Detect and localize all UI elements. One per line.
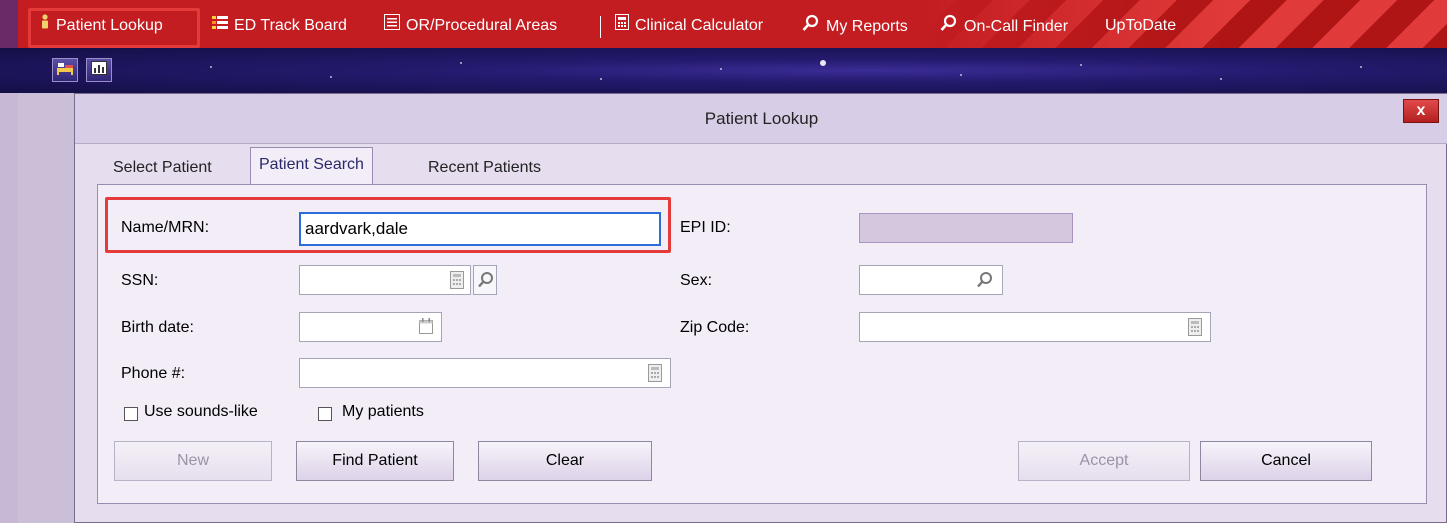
toolbar-clinical-calculator[interactable]: Clinical Calculator xyxy=(615,14,763,38)
tab-recent-patients[interactable]: Recent Patients xyxy=(420,152,549,184)
toolbar-ed-track-board[interactable]: ED Track Board xyxy=(212,14,347,38)
search-icon xyxy=(802,14,820,40)
highlight-box xyxy=(28,8,200,48)
ssn-label: SSN: xyxy=(121,272,159,289)
use-sounds-like-checkbox[interactable] xyxy=(124,407,138,421)
dialog-title-bar: Patient Lookup xyxy=(75,94,1447,144)
highlight-box xyxy=(105,197,671,253)
search-icon xyxy=(477,271,495,294)
my-patients-label[interactable]: My patients xyxy=(342,403,424,421)
star-decoration xyxy=(210,66,212,68)
close-button[interactable]: x xyxy=(1403,99,1439,123)
tab-label: Patient Search xyxy=(259,156,364,173)
toolbar-label: Clinical Calculator xyxy=(635,17,764,35)
patient-lookup-dialog: Patient Lookup x Select Patient Patient … xyxy=(74,93,1447,523)
chart-icon xyxy=(91,60,107,80)
birth-date-label: Birth date: xyxy=(121,319,194,336)
new-button[interactable]: New xyxy=(114,441,272,481)
sex-input[interactable] xyxy=(859,265,1003,295)
report-button[interactable] xyxy=(86,58,112,82)
ssn-input[interactable] xyxy=(299,265,471,295)
star-decoration xyxy=(1360,66,1362,68)
toolbar-my-reports[interactable]: My Reports xyxy=(802,14,908,38)
trackboard-icon xyxy=(212,14,228,38)
calculator-icon[interactable] xyxy=(648,364,664,382)
find-patient-button-label: Find Patient xyxy=(332,452,418,469)
my-patients-checkbox[interactable] xyxy=(318,407,332,421)
dialog-title: Patient Lookup xyxy=(704,109,819,128)
secondary-toolbar xyxy=(0,48,1447,93)
new-button-label: New xyxy=(176,452,209,469)
toolbar-label: My Reports xyxy=(826,18,908,36)
phone-input[interactable] xyxy=(299,358,671,388)
use-sounds-like-label[interactable]: Use sounds-like xyxy=(144,403,258,421)
zip-code-input[interactable] xyxy=(859,312,1211,342)
star-decoration xyxy=(1080,64,1082,66)
epi-id-input xyxy=(859,213,1073,243)
bed-icon xyxy=(56,60,74,81)
star-decoration xyxy=(460,62,462,64)
find-patient-button[interactable]: Find Patient xyxy=(296,441,454,481)
star-decoration xyxy=(600,78,602,80)
tab-label: Recent Patients xyxy=(428,159,541,176)
toolbar-label: UpToDate xyxy=(1105,17,1177,34)
tab-label: Select Patient xyxy=(113,159,212,176)
epi-id-label: EPI ID: xyxy=(680,219,731,236)
left-panel-strip xyxy=(0,93,18,523)
bed-board-button[interactable] xyxy=(52,58,78,82)
accept-button-label: Accept xyxy=(1079,452,1129,469)
tab-select-patient[interactable]: Select Patient xyxy=(105,152,220,184)
star-decoration xyxy=(330,76,332,78)
search-icon[interactable] xyxy=(976,271,994,294)
clear-button[interactable]: Clear xyxy=(478,441,652,481)
calendar-icon[interactable] xyxy=(419,318,435,336)
calculator-icon xyxy=(615,14,629,38)
tab-patient-search[interactable]: Patient Search xyxy=(250,147,373,185)
toolbar-uptodate[interactable]: UpToDate xyxy=(1105,14,1176,38)
toolbar-label: ED Track Board xyxy=(234,17,347,35)
search-icon xyxy=(940,14,958,40)
birth-date-input[interactable] xyxy=(299,312,442,342)
ssn-search-button[interactable] xyxy=(473,265,497,295)
toolbar-left-edge xyxy=(0,0,18,48)
toolbar-label: On-Call Finder xyxy=(964,18,1069,36)
toolbar-on-call-finder[interactable]: On-Call Finder xyxy=(940,14,1068,38)
clear-button-label: Clear xyxy=(545,452,585,469)
toolbar-label: OR/Procedural Areas xyxy=(406,17,558,35)
top-toolbar: Patient Lookup ED Track Board OR/Procedu… xyxy=(0,0,1447,48)
phone-label: Phone #: xyxy=(121,365,186,382)
cancel-button[interactable]: Cancel xyxy=(1200,441,1372,481)
star-decoration xyxy=(820,60,826,66)
list-icon xyxy=(384,14,400,38)
accept-button[interactable]: Accept xyxy=(1018,441,1190,481)
star-decoration xyxy=(720,68,722,70)
cancel-button-label: Cancel xyxy=(1261,452,1311,469)
sex-label: Sex: xyxy=(680,272,713,289)
calculator-icon[interactable] xyxy=(1188,318,1204,336)
calculator-icon[interactable] xyxy=(450,271,466,289)
star-decoration xyxy=(1220,78,1222,80)
toolbar-or-procedural-areas[interactable]: OR/Procedural Areas xyxy=(384,14,557,38)
toolbar-separator xyxy=(600,16,601,38)
star-decoration xyxy=(960,74,962,76)
zip-code-label: Zip Code: xyxy=(680,319,750,336)
